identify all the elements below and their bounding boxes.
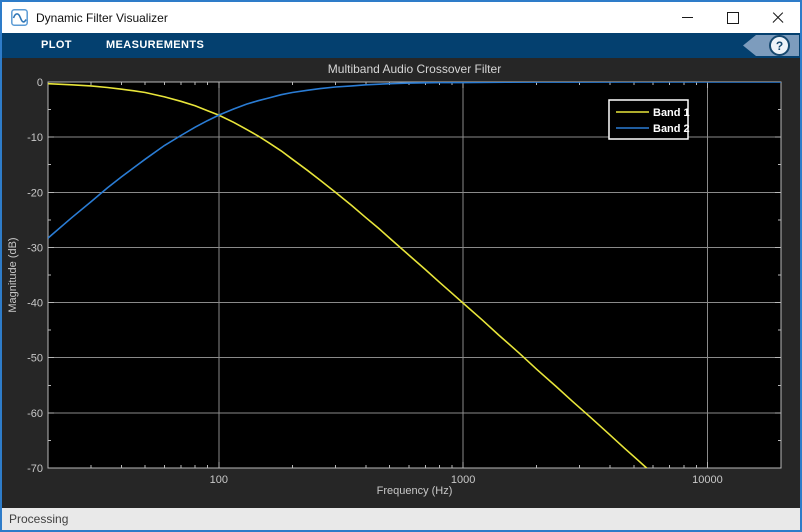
plot-canvas[interactable]: 100 1000 10000 0 -10 -20 -30 -40 -50 -60 -70 Multib… <box>2 58 802 508</box>
svg-text:Band 1: Band 1 <box>653 107 690 119</box>
close-button[interactable] <box>755 2 800 33</box>
svg-text:-40: -40 <box>27 298 43 310</box>
minimize-button[interactable] <box>665 2 710 33</box>
toolstrip: PLOT MEASUREMENTS ? <box>2 33 800 58</box>
minimize-icon <box>682 17 693 18</box>
svg-text:-50: -50 <box>27 353 43 365</box>
titlebar: Dynamic Filter Visualizer <box>2 2 800 33</box>
status-text: Processing <box>9 512 69 526</box>
sine-wave-icon <box>11 9 28 26</box>
window-controls <box>665 2 800 33</box>
svg-text:100: 100 <box>210 474 228 486</box>
svg-text:0: 0 <box>37 77 43 89</box>
svg-text:Magnitude (dB): Magnitude (dB) <box>7 237 19 312</box>
svg-text:Multiband Audio Crossover Filt: Multiband Audio Crossover Filter <box>328 62 501 76</box>
question-mark-icon: ? <box>769 35 790 56</box>
tab-plot[interactable]: PLOT <box>24 33 89 58</box>
close-icon <box>772 12 784 24</box>
svg-text:10000: 10000 <box>692 474 723 486</box>
svg-text:-20: -20 <box>27 187 43 199</box>
svg-text:-70: -70 <box>27 463 43 475</box>
svg-text:-30: -30 <box>27 242 43 254</box>
svg-text:-10: -10 <box>27 132 43 144</box>
svg-text:-60: -60 <box>27 408 43 420</box>
svg-text:Band 2: Band 2 <box>653 123 690 135</box>
help-button[interactable]: ? <box>743 35 799 56</box>
svg-text:Frequency (Hz): Frequency (Hz) <box>377 485 453 497</box>
maximize-icon <box>726 11 739 24</box>
tab-measurements[interactable]: MEASUREMENTS <box>89 33 221 58</box>
svg-text:1000: 1000 <box>451 474 475 486</box>
maximize-button[interactable] <box>710 2 755 33</box>
figure-area: 100 1000 10000 0 -10 -20 -30 -40 -50 -60 -70 Multib… <box>2 58 800 508</box>
status-bar: Processing <box>2 508 800 530</box>
dynamic-filter-visualizer-window: Dynamic Filter Visualizer PLOT MEASUREME… <box>0 0 802 532</box>
window-title: Dynamic Filter Visualizer <box>36 10 168 25</box>
